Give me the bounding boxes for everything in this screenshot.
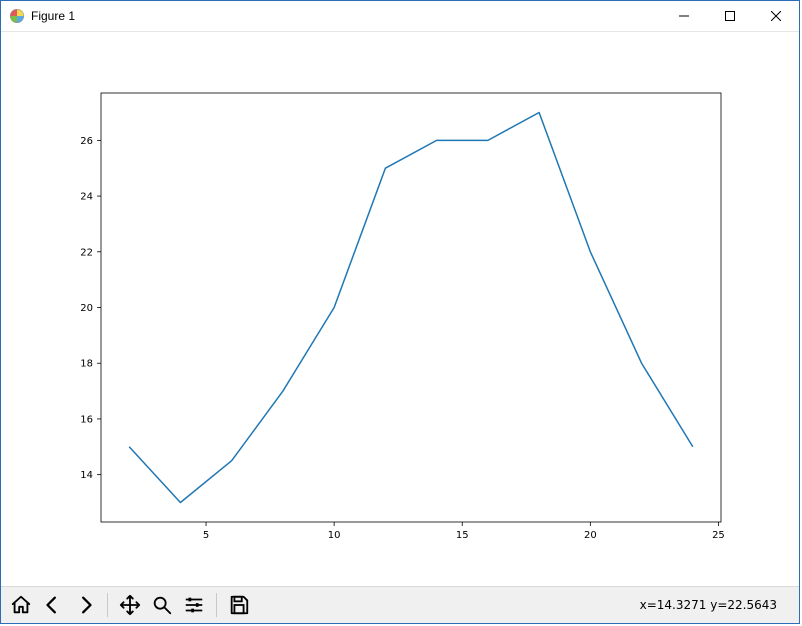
- figure-window: Figure 1 5 10 15 20 25 14 16 18 20 22 24 26: [0, 0, 800, 624]
- svg-text:26: 26: [80, 136, 93, 147]
- svg-text:16: 16: [80, 414, 93, 425]
- close-button[interactable]: [753, 1, 799, 31]
- toolbar-separator: [107, 593, 108, 617]
- svg-text:15: 15: [456, 530, 469, 541]
- svg-text:20: 20: [80, 303, 93, 314]
- back-button[interactable]: [38, 590, 68, 620]
- save-button[interactable]: [224, 590, 254, 620]
- app-icon: [9, 8, 25, 24]
- plot-canvas[interactable]: 5 10 15 20 25 14 16 18 20 22 24 26: [1, 32, 799, 586]
- forward-button[interactable]: [70, 590, 100, 620]
- plot-svg: 5 10 15 20 25 14 16 18 20 22 24 26: [1, 32, 799, 588]
- titlebar: Figure 1: [1, 1, 799, 32]
- navigation-toolbar: x=14.3271 y=22.5643: [1, 586, 799, 623]
- svg-text:14: 14: [80, 470, 93, 481]
- svg-text:20: 20: [584, 530, 597, 541]
- svg-text:18: 18: [80, 359, 93, 370]
- window-title: Figure 1: [31, 9, 75, 23]
- svg-text:5: 5: [203, 530, 209, 541]
- pan-button[interactable]: [115, 590, 145, 620]
- minimize-button[interactable]: [661, 1, 707, 31]
- maximize-button[interactable]: [707, 1, 753, 31]
- zoom-button[interactable]: [147, 590, 177, 620]
- configure-button[interactable]: [179, 590, 209, 620]
- svg-text:25: 25: [712, 530, 725, 541]
- home-button[interactable]: [6, 590, 36, 620]
- svg-text:10: 10: [328, 530, 341, 541]
- svg-text:24: 24: [80, 192, 93, 203]
- svg-text:22: 22: [80, 247, 93, 258]
- toolbar-separator: [216, 593, 217, 617]
- cursor-coordinates: x=14.3271 y=22.5643: [640, 598, 777, 612]
